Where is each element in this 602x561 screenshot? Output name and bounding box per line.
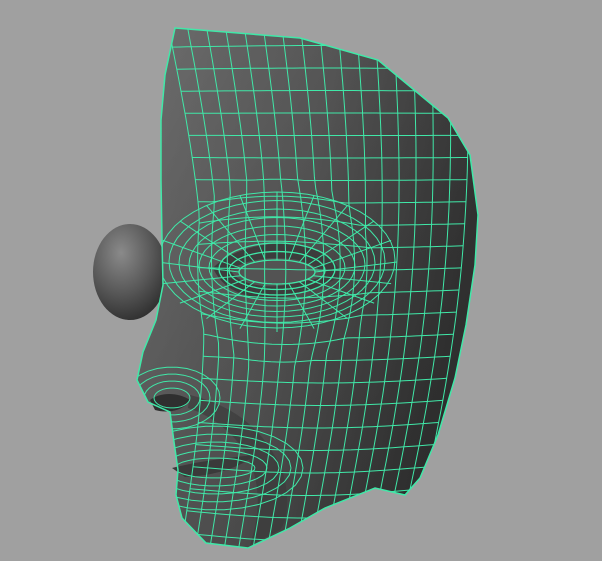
wire-edge	[192, 157, 468, 159]
viewport-scene[interactable]	[0, 0, 602, 561]
eye-sphere[interactable]	[93, 224, 167, 320]
3d-viewport[interactable]	[0, 0, 602, 561]
wire-edge	[168, 23, 468, 25]
wire-edge	[180, 555, 410, 561]
